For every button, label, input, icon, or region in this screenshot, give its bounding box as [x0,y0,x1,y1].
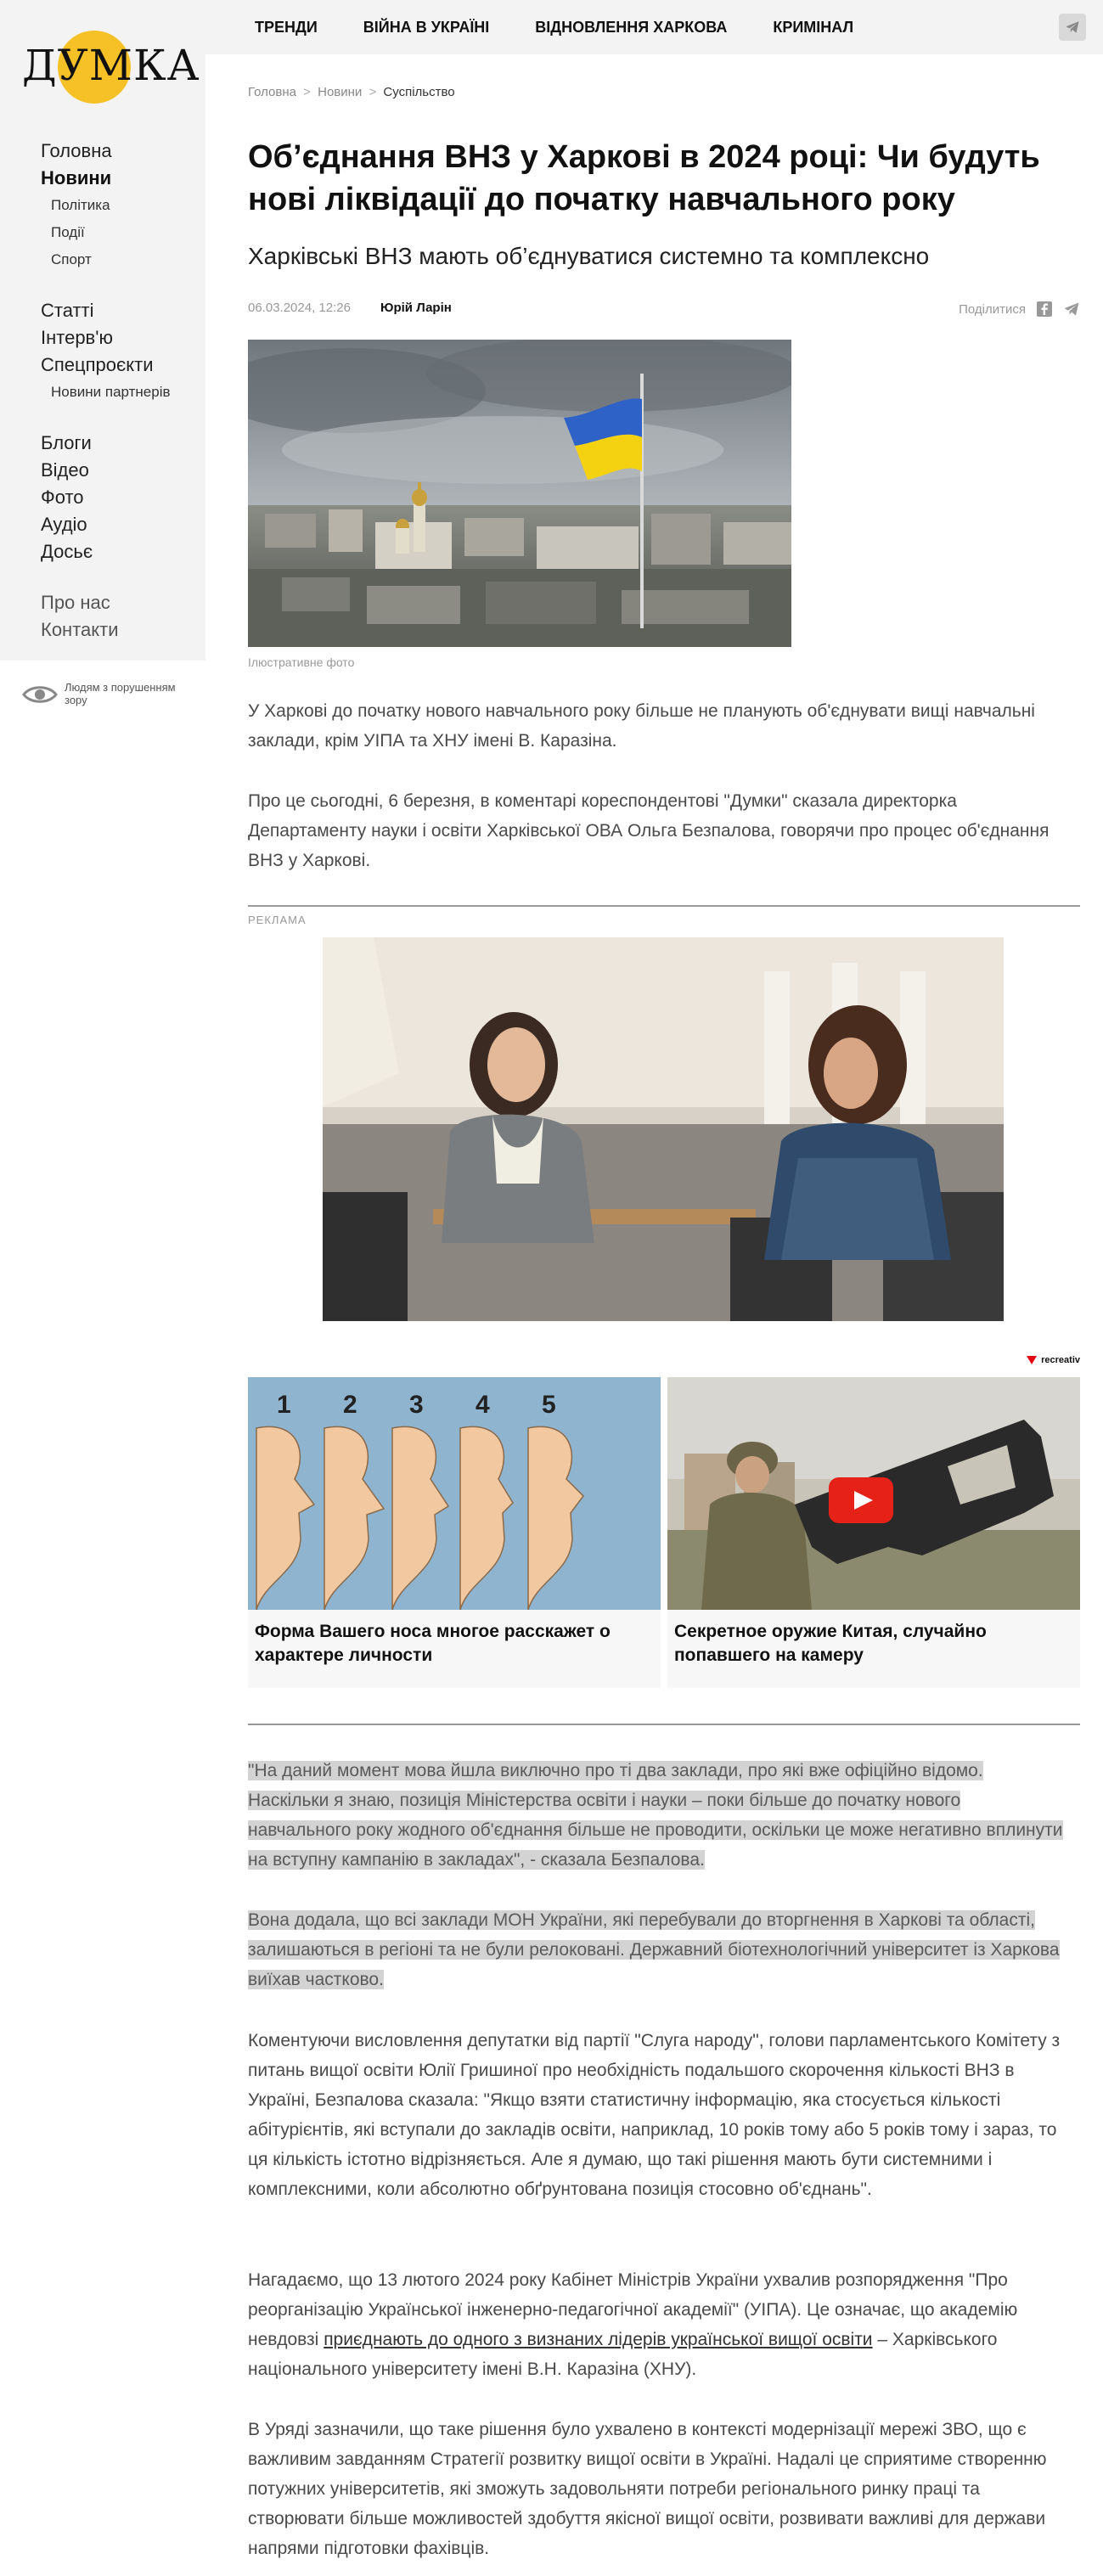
sidebar-item-video[interactable]: Відео [41,457,93,484]
article-link[interactable]: приєднають до одного з визнаних лідерів … [324,2330,872,2349]
ad-card-title[interactable]: Форма Вашего носа многое расскажет о хар… [255,1620,650,1668]
left-sidebar: ДУМКА Головна Новини Політика Події Спор… [0,0,205,2576]
telegram-icon [1066,21,1079,33]
site-logo[interactable]: ДУМКА [22,25,200,110]
article-title: Об’єднання ВНЗ у Харкові в 2024 році: Чи… [248,139,1040,217]
sidebar-item-interviews[interactable]: Інтерв'ю [41,324,171,352]
recreativ-logo-icon [1027,1356,1038,1364]
sidebar-item-photo[interactable]: Фото [41,484,93,511]
nose-number: 2 [343,1391,357,1419]
sidebar-item-articles[interactable]: Статті [41,297,171,324]
ad-card-title[interactable]: Секретное оружие Китая, случайно попавше… [674,1620,1070,1668]
ad-label: РЕКЛАМА [248,914,307,926]
top-nav-kharkiv-restoration[interactable]: ВІДНОВЛЕННЯ ХАРКОВА [535,19,727,37]
sidebar-item-blogs[interactable]: Блоги [41,430,93,457]
breadcrumb-separator: > [369,85,377,99]
sidebar-item-about[interactable]: Про нас [41,589,119,616]
image-caption: Ілюстративне фото [248,655,355,669]
top-nav-crime[interactable]: КРИМІНАЛ [773,19,853,37]
accessibility-label: Людям з порушенням зору [65,681,176,706]
breadcrumb: Головна > Новини > Суспільство [248,85,455,99]
sidebar-nav-group-1: Головна Новини Політика Події Спорт [41,138,112,273]
article-paragraph: Про це сьогодні, 6 березня, в коментарі … [248,791,1050,870]
sidebar-item-sport[interactable]: Спорт [41,246,112,273]
sidebar-item-politics[interactable]: Політика [41,192,112,219]
sidebar-panel: ДУМКА Головна Новини Політика Події Спор… [0,0,205,661]
telegram-share-icon[interactable] [1063,301,1080,318]
sidebar-item-partner-news[interactable]: Новини партнерів [41,379,171,406]
article-paragraph: У Харкові до початку нового навчального … [248,701,1035,751]
sidebar-item-home[interactable]: Головна [41,138,112,165]
top-nav-war-in-ukraine[interactable]: ВІЙНА В УКРАЇНІ [363,19,490,37]
sidebar-item-news[interactable]: Новини [41,165,112,192]
ad-card[interactable]: 1 2 3 4 5 Форма Вашего носа многое расск… [248,1377,661,1688]
play-icon[interactable] [829,1477,893,1523]
facebook-icon[interactable] [1036,301,1053,318]
sidebar-item-special-projects[interactable]: Спецпроєкти [41,352,171,379]
recreativ-label: recreativ [1041,1355,1080,1365]
accessibility-toggle[interactable]: Людям з порушенням зору [22,679,192,713]
sidebar-item-events[interactable]: Події [41,219,112,246]
sidebar-item-audio[interactable]: Аудіо [41,511,93,538]
nose-shapes-illustration [248,1377,661,1610]
logo-text: ДУМКА [22,41,200,90]
top-nav-trends[interactable]: ТРЕНДИ [255,19,318,37]
top-nav: ТРЕНДИ ВІЙНА В УКРАЇНІ ВІДНОВЛЕННЯ ХАРКО… [255,0,853,54]
highlighted-text: Вона додала, що всі заклади МОН України,… [248,1910,1060,1989]
nose-number: 1 [277,1391,291,1419]
article-date: 06.03.2024, 12:26 [248,301,351,315]
share-bar: Поділитися [959,301,1080,318]
breadcrumb-news[interactable]: Новини [318,85,362,99]
share-label: Поділитися [959,301,1026,317]
article-paragraph: Вона додала, що всі заклади МОН України,… [248,1905,1063,1994]
highlighted-text: "На даний момент мова йшла виключно про … [248,1761,1063,1870]
article-paragraph: В Уряді зазначили, що таке рішення було … [248,2420,1047,2558]
ad-divider-bottom [248,1724,1080,1725]
sidebar-nav-group-3: Блоги Відео Фото Аудіо Досьє [41,430,93,565]
article-paragraph: Коментуючи висловлення депутатки від пар… [248,2031,1061,2199]
breadcrumb-separator: > [303,85,311,99]
cafe-photo [323,937,1004,1321]
nose-number: 5 [542,1391,556,1419]
breadcrumb-home[interactable]: Головна [248,85,296,99]
telegram-button[interactable] [1059,14,1086,41]
ad-banner-image[interactable] [323,937,1004,1321]
breadcrumb-current: Суспільство [383,85,455,99]
article-quote: "На даний момент мова йшла виключно про … [248,1756,1063,1875]
sidebar-nav-group-2: Статті Інтерв'ю Спецпроєкти Новини партн… [41,297,171,406]
sidebar-nav-group-4: Про нас Контакти [41,589,119,644]
ad-card-image [667,1377,1080,1610]
sidebar-item-dossier[interactable]: Досьє [41,538,93,565]
eye-icon [22,686,58,703]
ad-divider-top [248,905,1080,907]
sidebar-item-contacts[interactable]: Контакти [41,616,119,644]
ad-card-image: 1 2 3 4 5 [248,1377,661,1610]
article-paragraph: Нагадаємо, що 13 лютого 2024 року Кабіне… [248,2265,1063,2384]
article-author[interactable]: Юрій Ларін [380,301,452,315]
recreativ-badge[interactable]: recreativ [1026,1355,1080,1365]
top-nav-bar: ТРЕНДИ ВІЙНА В УКРАЇНІ ВІДНОВЛЕННЯ ХАРКО… [205,0,1103,54]
nose-number: 3 [409,1391,424,1419]
hero-image [248,340,791,647]
ad-card[interactable]: Секретное оружие Китая, случайно попавше… [667,1377,1080,1688]
article-subtitle: Харківські ВНЗ мають об’єднуватися систе… [248,243,930,269]
nose-number: 4 [476,1391,490,1419]
kharkiv-city-photo [248,340,791,647]
